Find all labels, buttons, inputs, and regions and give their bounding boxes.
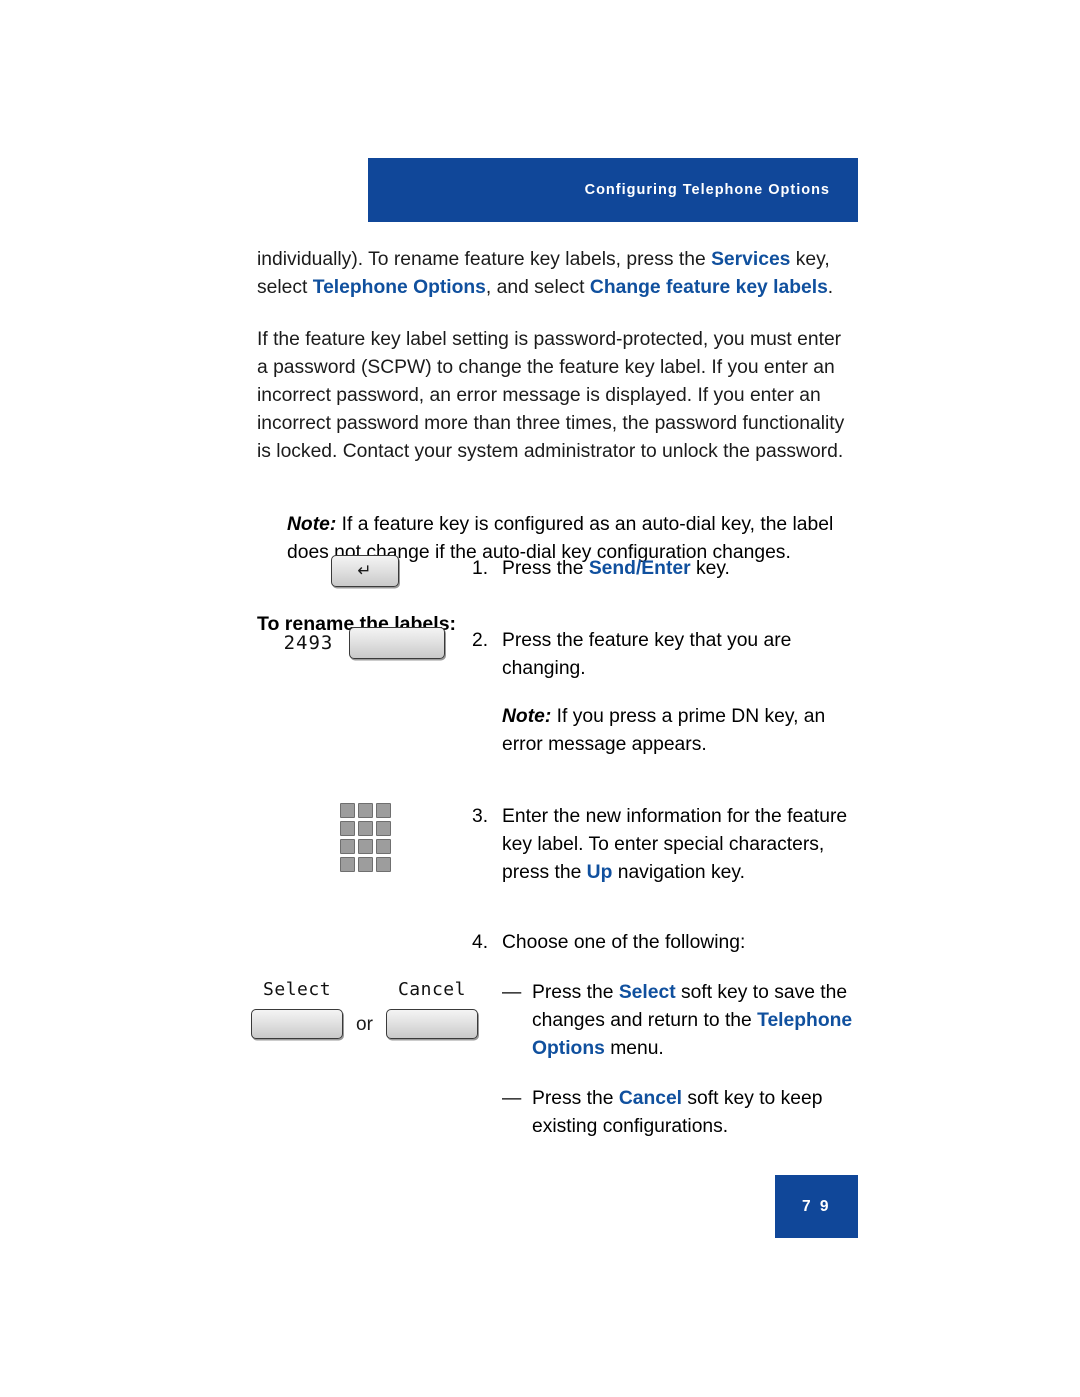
dialpad-key <box>340 857 355 872</box>
step-3: 3. Enter the new information for the fea… <box>257 803 867 887</box>
enter-arrow-glyph: ↵ <box>357 560 372 581</box>
select-softkey-label: Select <box>263 979 332 1000</box>
dialpad-key <box>376 821 391 836</box>
cancel-softkey: Cancel <box>385 979 478 1039</box>
page-number-band: 7 9 <box>775 1175 858 1238</box>
dn-number-label: 2493 <box>283 632 334 654</box>
intro-text-a: individually). To rename feature key lab… <box>257 249 712 270</box>
step-4: 4. Choose one of the following: <box>257 929 867 957</box>
intro-text-c: select <box>257 277 313 298</box>
feature-key-button-icon <box>349 627 446 659</box>
paragraph-password: If the feature key label setting is pass… <box>257 329 845 462</box>
dialpad-key <box>376 857 391 872</box>
dialpad-key <box>340 803 355 818</box>
cancel-softkey-button-icon <box>385 1009 478 1039</box>
bullet-select-text-a: Press the <box>532 982 619 1003</box>
step-4-softkeys-artwork: Select or Cancel <box>251 979 478 1039</box>
step-1-line: 1. Press the Send/Enter key. <box>472 555 867 583</box>
step-3-number: 3. <box>472 806 489 827</box>
dialpad-key <box>340 821 355 836</box>
step-1-text-a: Press the <box>502 558 589 579</box>
send-enter-keyword: Send/Enter <box>588 558 691 579</box>
dialpad-key <box>376 839 391 854</box>
step-2-line: 2. Press the feature key that you are ch… <box>472 627 867 683</box>
bullet-cancel-body: Press the Cancel soft key to keep existi… <box>532 1085 867 1141</box>
services-keyword: Services <box>711 249 791 270</box>
up-key-keyword: Up <box>586 862 613 883</box>
or-connector: or <box>356 1014 373 1035</box>
step-2: 2493 2. Press the feature key that you a… <box>257 627 867 759</box>
bullet-cancel: — Press the Cancel soft key to keep exis… <box>502 1085 867 1141</box>
step-3-artwork <box>257 803 472 872</box>
change-feature-key-labels-keyword: Change feature key labels <box>589 277 828 298</box>
bullet-select-body: Press the Select soft key to save the ch… <box>532 979 867 1063</box>
select-softkey: Select <box>251 979 344 1039</box>
select-keyword: Select <box>618 982 676 1003</box>
page-title: Configuring Telephone Options <box>584 182 830 198</box>
step-2-artwork: 2493 <box>257 627 472 659</box>
step-3-line: 3. Enter the new information for the fea… <box>472 803 867 887</box>
intro-text-e: . <box>827 277 834 298</box>
dialpad-key <box>358 821 373 836</box>
intro-text-d: , and select <box>485 277 590 298</box>
dialpad-icon <box>340 803 391 872</box>
step-1-body: Press the Send/Enter key. <box>502 555 867 583</box>
step-1-number: 1. <box>472 558 489 579</box>
step-1-artwork: ↵ <box>257 555 472 587</box>
step-3-text-b: navigation key. <box>612 862 745 883</box>
bullet-select: — Press the Select soft key to save the … <box>502 979 867 1063</box>
cancel-keyword: Cancel <box>618 1088 683 1109</box>
document-page: Configuring Telephone Options individual… <box>0 0 1080 1397</box>
note-label: Note: <box>287 514 337 536</box>
paragraph-intro: individually). To rename feature key lab… <box>257 246 857 302</box>
step-4-bullets: — Press the Select soft key to save the … <box>472 979 867 1141</box>
select-softkey-button-icon <box>251 1009 344 1039</box>
dialpad-key <box>358 803 373 818</box>
send-enter-key-icon: ↵ <box>330 555 399 587</box>
step-3-text: 3. Enter the new information for the fea… <box>472 803 867 887</box>
bullet-dash: — <box>502 1088 522 1109</box>
step-2-note: Note: If you press a prime DN key, an er… <box>502 703 867 759</box>
step-4-line: 4. Choose one of the following: <box>472 929 867 957</box>
dialpad-key <box>358 857 373 872</box>
step-2-text: 2. Press the feature key that you are ch… <box>472 627 867 759</box>
dialpad-key <box>340 839 355 854</box>
step-4-number: 4. <box>472 932 489 953</box>
step-4-options: Select or Cancel — Press the Select soft… <box>251 979 867 1141</box>
softkeys-group: Select or Cancel <box>251 979 478 1039</box>
step-4-text: 4. Choose one of the following: <box>472 929 867 957</box>
intro-text-b: key, <box>790 249 830 270</box>
step-1: ↵ 1. Press the Send/Enter key. <box>257 555 867 587</box>
bullet-dash: — <box>502 982 522 1003</box>
feature-key-icon: 2493 <box>284 627 446 659</box>
step-4-body: Choose one of the following: <box>502 932 746 953</box>
dialpad-key <box>358 839 373 854</box>
step-1-text-b: key. <box>690 558 730 579</box>
page-number: 7 9 <box>801 1197 832 1215</box>
step-2-number: 2. <box>472 630 489 651</box>
bullet-cancel-text-a: Press the <box>532 1088 619 1109</box>
dialpad-key <box>376 803 391 818</box>
bullet-select-text-c: menu. <box>604 1038 664 1059</box>
step-1-text: 1. Press the Send/Enter key. <box>472 555 867 583</box>
step-2-body: Press the feature key that you are chang… <box>502 630 792 679</box>
step-2-note-body: If you press a prime DN key, an error me… <box>502 706 826 755</box>
step-2-note-label: Note: <box>502 706 552 727</box>
telephone-options-keyword: Telephone Options <box>312 277 486 298</box>
step-3-body: Enter the new information for the featur… <box>502 803 867 887</box>
header-band: Configuring Telephone Options <box>368 158 858 222</box>
steps-list: ↵ 1. Press the Send/Enter key. 2493 2. P… <box>251 555 867 1141</box>
cancel-softkey-label: Cancel <box>397 979 466 1000</box>
